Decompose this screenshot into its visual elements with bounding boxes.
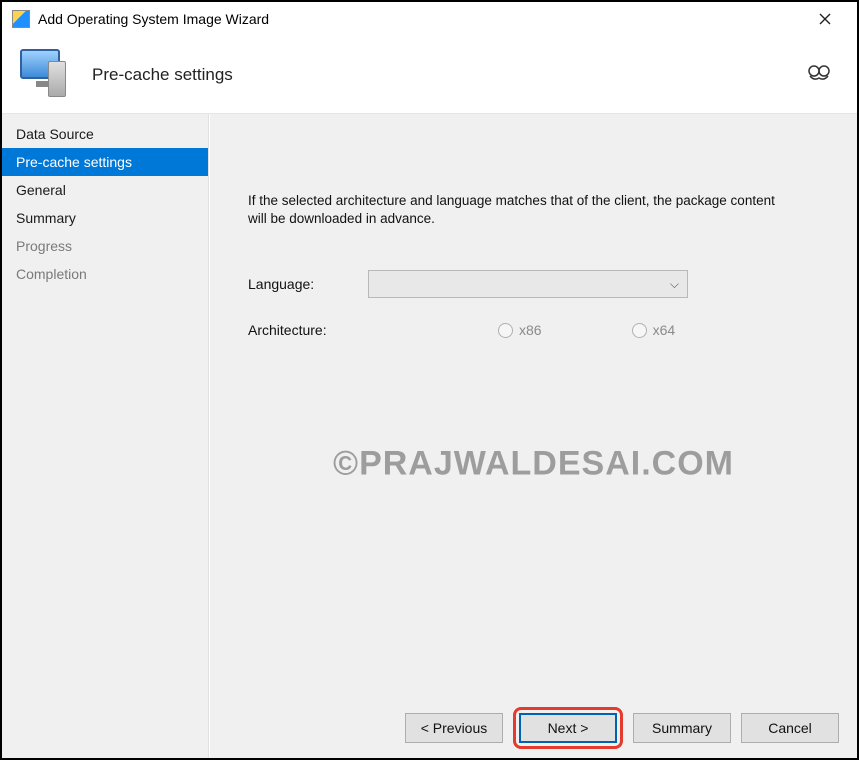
arch-x64-label: x64 — [653, 322, 676, 338]
sidebar-item-summary[interactable]: Summary — [2, 204, 208, 232]
description-text: If the selected architecture and languag… — [248, 192, 788, 228]
close-icon — [819, 13, 831, 25]
cancel-button[interactable]: Cancel — [741, 713, 839, 743]
next-button-highlight: Next > — [513, 707, 623, 749]
sidebar: Data Source Pre-cache settings General S… — [2, 114, 209, 758]
wizard-footer: < Previous Next > Summary Cancel — [210, 698, 857, 758]
sidebar-item-completion: Completion — [2, 260, 208, 288]
wizard-body: Data Source Pre-cache settings General S… — [2, 114, 857, 758]
computer-icon — [16, 47, 72, 103]
next-button[interactable]: Next > — [519, 713, 617, 743]
arch-x86-label: x86 — [519, 322, 542, 338]
language-row: Language: ⌵ — [248, 270, 807, 298]
architecture-label: Architecture: — [248, 322, 368, 338]
titlebar: Add Operating System Image Wizard — [2, 2, 857, 36]
watermark-text: ©PRAJWALDESAI.COM — [333, 445, 734, 484]
wizard-header: Pre-cache settings — [2, 36, 857, 114]
arch-option-x86: x86 — [498, 322, 542, 338]
content-panel: If the selected architecture and languag… — [209, 114, 857, 758]
sidebar-item-progress: Progress — [2, 232, 208, 260]
sidebar-item-general[interactable]: General — [2, 176, 208, 204]
radio-icon — [632, 323, 647, 338]
arch-option-x64: x64 — [632, 322, 676, 338]
language-dropdown[interactable]: ⌵ — [368, 270, 688, 298]
page-title: Pre-cache settings — [92, 65, 233, 85]
radio-icon — [498, 323, 513, 338]
summary-button[interactable]: Summary — [633, 713, 731, 743]
chevron-down-icon: ⌵ — [670, 277, 679, 292]
help-icon[interactable] — [805, 61, 833, 89]
window-title: Add Operating System Image Wizard — [38, 11, 803, 27]
previous-button[interactable]: < Previous — [405, 713, 503, 743]
sidebar-item-pre-cache[interactable]: Pre-cache settings — [2, 148, 208, 176]
sidebar-item-data-source[interactable]: Data Source — [2, 120, 208, 148]
app-icon — [12, 10, 30, 28]
wizard-window: Add Operating System Image Wizard Pre-ca… — [0, 0, 859, 760]
architecture-row: Architecture: x86 x64 — [248, 322, 807, 338]
close-button[interactable] — [803, 4, 847, 34]
language-label: Language: — [248, 276, 368, 292]
